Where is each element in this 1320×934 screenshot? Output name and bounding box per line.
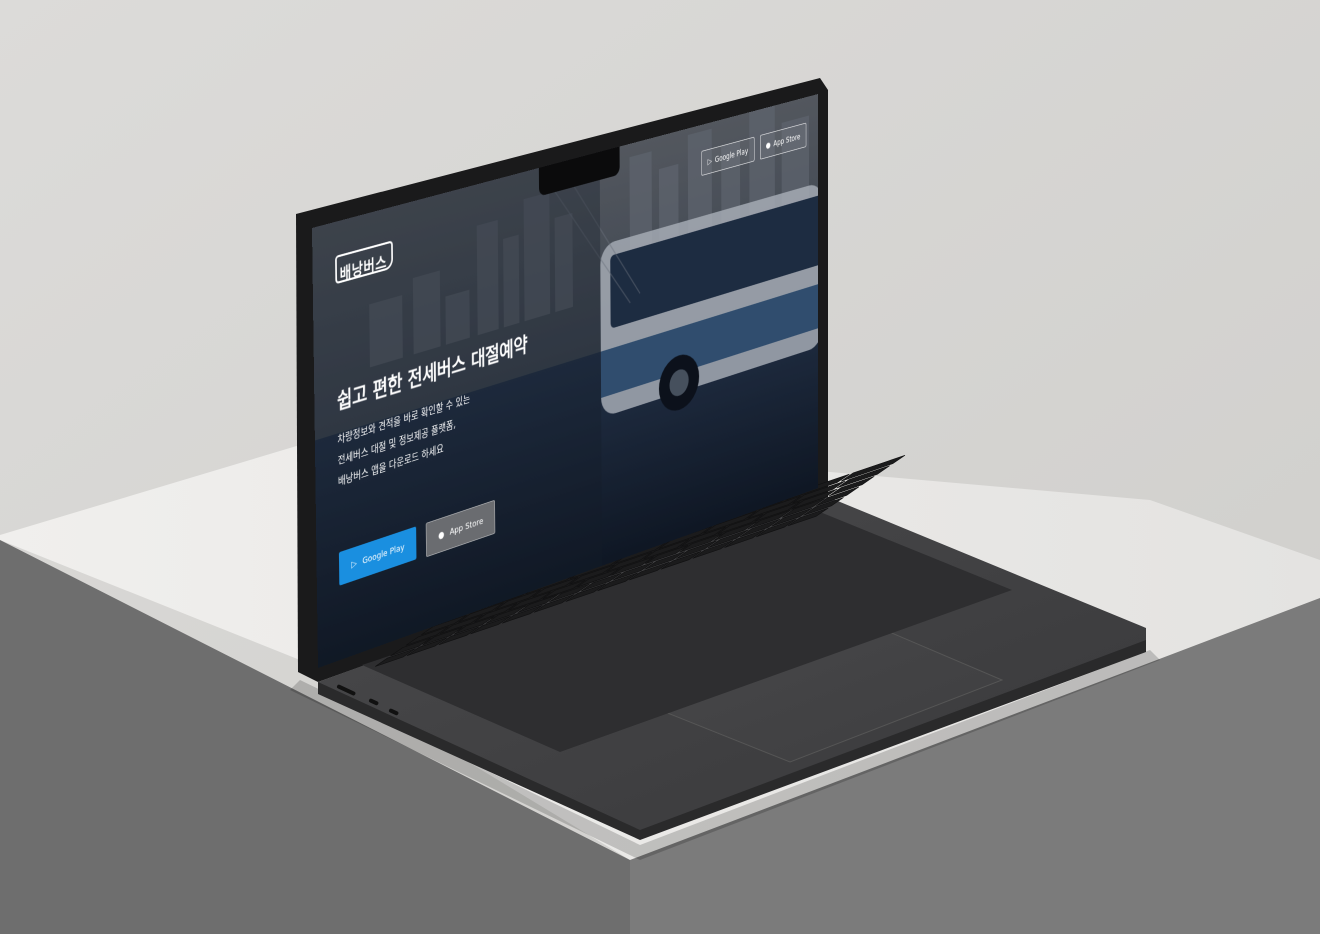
app-store-label: App Store (450, 516, 484, 538)
header-app-store-label: App Store (773, 132, 800, 148)
apple-icon: ● (438, 529, 444, 541)
google-play-icon: ▷ (708, 156, 712, 166)
google-play-icon: ▷ (351, 558, 357, 570)
header-google-play-label: Google Play (715, 146, 748, 164)
apple-icon: ● (766, 140, 771, 150)
mockup-scene: 배낭버스 ▷ Google Play ● App Store 쉽고 편한 전세버… (0, 0, 1320, 934)
google-play-label: Google Play (362, 542, 404, 567)
